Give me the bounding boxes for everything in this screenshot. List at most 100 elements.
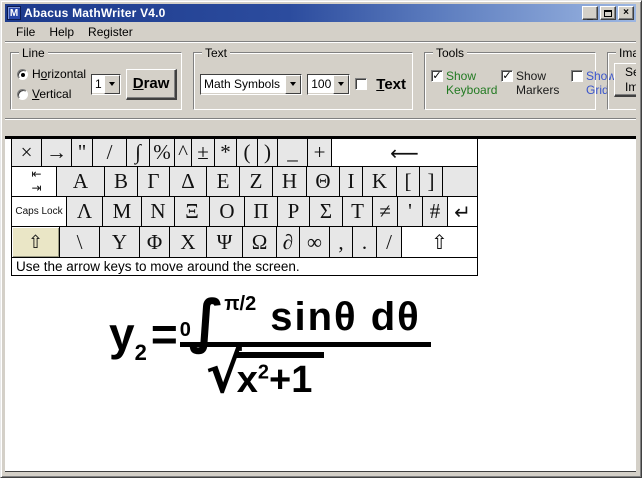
keyboard-key[interactable]: ∞ bbox=[300, 227, 330, 257]
minimize-button[interactable]: _ bbox=[582, 6, 598, 20]
font-size-select[interactable]: 100 bbox=[307, 74, 350, 95]
keyboard-key[interactable]: ) bbox=[258, 139, 278, 166]
enter-key[interactable]: ↵ bbox=[448, 197, 477, 226]
radio-vertical-label: Vertical bbox=[32, 87, 71, 101]
keyboard-key[interactable]: + bbox=[308, 139, 332, 166]
blank-key[interactable] bbox=[443, 167, 477, 196]
keyboard-key[interactable]: % bbox=[150, 139, 175, 166]
checkbox-checked[interactable]: ✓ bbox=[431, 70, 443, 82]
menu-help[interactable]: Help bbox=[42, 23, 81, 41]
keyboard-key[interactable]: A bbox=[57, 167, 105, 196]
equation-fraction: 0 ∫ π/2 sinθ dθ √ x2+1 bbox=[180, 297, 431, 399]
line-width-dropdown-button[interactable] bbox=[104, 75, 120, 94]
keyboard-key[interactable]: O bbox=[210, 197, 245, 226]
menu-file[interactable]: File bbox=[9, 23, 42, 41]
keyboard-key[interactable]: I bbox=[340, 167, 363, 196]
keyboard-key[interactable]: Φ bbox=[140, 227, 170, 257]
keyboard-key[interactable]: Θ bbox=[307, 167, 340, 196]
radio-vertical-circle bbox=[17, 89, 28, 100]
keyboard-key[interactable]: Y bbox=[100, 227, 140, 257]
keyboard-key[interactable]: Ξ bbox=[175, 197, 210, 226]
text-mode-label: Text bbox=[376, 76, 406, 93]
keyboard-key[interactable]: N bbox=[142, 197, 175, 226]
menu-register[interactable]: Register bbox=[81, 23, 140, 41]
draw-button[interactable]: Draw bbox=[126, 69, 178, 100]
font-select[interactable]: Math Symbols bbox=[200, 74, 302, 95]
line-group-legend: Line bbox=[19, 46, 48, 60]
line-width-select[interactable]: 1 bbox=[91, 74, 121, 95]
window-title: Abacus MathWriter V4.0 bbox=[24, 6, 580, 20]
keyboard-key[interactable]: E bbox=[207, 167, 240, 196]
keyboard-key[interactable]: M bbox=[103, 197, 142, 226]
tool-checkbox-show-keyboard[interactable]: ✓Show Keyboard bbox=[431, 70, 498, 98]
radio-vertical[interactable]: Vertical bbox=[17, 87, 86, 101]
select-image-button[interactable]: Se Ima bbox=[614, 63, 636, 97]
toolbar-canvas-gap bbox=[5, 119, 636, 136]
keyboard-key[interactable]: / bbox=[377, 227, 402, 257]
keyboard-key[interactable]: T bbox=[343, 197, 373, 226]
tool-checkbox-show-markers[interactable]: ✓Show Markers bbox=[501, 70, 568, 98]
radio-horizontal[interactable]: Horizontal bbox=[17, 67, 86, 81]
keyboard-key[interactable]: ( bbox=[237, 139, 258, 166]
font-size-dropdown-button[interactable] bbox=[333, 75, 349, 94]
minimize-icon: _ bbox=[587, 11, 593, 21]
keyboard-key[interactable]: . bbox=[353, 227, 377, 257]
select-image-button-line1: Se bbox=[625, 65, 636, 79]
text-group: Text Math Symbols 100 Text bbox=[193, 52, 413, 110]
maximize-button[interactable] bbox=[600, 6, 616, 20]
keyboard-key[interactable]: # bbox=[423, 197, 448, 226]
checkbox-checked[interactable]: ✓ bbox=[501, 70, 513, 82]
caps-lock-key[interactable]: Caps Lock bbox=[12, 197, 67, 226]
line-width-value: 1 bbox=[92, 75, 104, 94]
keyboard-key[interactable]: Z bbox=[240, 167, 273, 196]
keyboard-key[interactable]: Λ bbox=[67, 197, 103, 226]
equation[interactable]: y2 = 0 ∫ π/2 sinθ dθ √ x2+1 bbox=[109, 297, 431, 399]
keyboard-key[interactable]: Σ bbox=[310, 197, 343, 226]
document-canvas[interactable]: ×→"/∫%^±*()_+⟵⇤ ⇥ABΓΔEZHΘIK[]Caps LockΛM… bbox=[5, 136, 636, 472]
select-image-button-line2: Ima bbox=[625, 80, 636, 94]
backspace-key[interactable]: ⟵ bbox=[332, 139, 477, 166]
toolbar: Line Horizontal Vertical 1 Draw Text Ma bbox=[5, 41, 636, 119]
shift-key[interactable]: ⇧ bbox=[12, 227, 60, 257]
keyboard-key[interactable]: ∫ bbox=[127, 139, 150, 166]
keyboard-key[interactable]: _ bbox=[278, 139, 308, 166]
radio-horizontal-label: Horizontal bbox=[32, 67, 86, 81]
keyboard-key[interactable]: Ψ bbox=[207, 227, 243, 257]
keyboard-key[interactable]: [ bbox=[397, 167, 420, 196]
radicand-exponent: 2 bbox=[258, 361, 269, 383]
keyboard-key[interactable]: ± bbox=[192, 139, 215, 166]
keyboard-key[interactable]: \ bbox=[60, 227, 100, 257]
keyboard-key[interactable]: Ω bbox=[243, 227, 277, 257]
keyboard-key[interactable]: , bbox=[330, 227, 353, 257]
font-size-value: 100 bbox=[308, 75, 333, 94]
keyboard-key[interactable]: K bbox=[363, 167, 397, 196]
keyboard-key[interactable]: ] bbox=[420, 167, 443, 196]
title-bar[interactable]: M Abacus MathWriter V4.0 _ × bbox=[5, 4, 636, 22]
keyboard-key[interactable]: Π bbox=[245, 197, 278, 226]
keyboard-key[interactable]: B bbox=[105, 167, 138, 196]
keyboard-key[interactable]: ^ bbox=[175, 139, 192, 166]
keyboard-key[interactable]: " bbox=[72, 139, 93, 166]
keyboard-key[interactable]: * bbox=[215, 139, 237, 166]
keyboard-key[interactable]: ' bbox=[398, 197, 423, 226]
line-group: Line Horizontal Vertical 1 Draw bbox=[10, 52, 182, 110]
font-select-dropdown-button[interactable] bbox=[285, 75, 301, 94]
keyboard-key[interactable]: X bbox=[170, 227, 207, 257]
keyboard-key[interactable]: H bbox=[273, 167, 307, 196]
keyboard-key[interactable]: / bbox=[93, 139, 127, 166]
keyboard-key[interactable]: P bbox=[278, 197, 310, 226]
tools-group: Tools ✓Show Keyboard✓Show MarkersShow Gr… bbox=[424, 52, 596, 110]
text-mode-checkbox[interactable] bbox=[355, 78, 367, 90]
shift-right-key[interactable]: ⇧ bbox=[402, 227, 477, 257]
chevron-down-icon bbox=[338, 82, 344, 86]
keyboard-key[interactable]: Γ bbox=[138, 167, 170, 196]
keyboard-key[interactable]: Δ bbox=[170, 167, 207, 196]
keyboard-key[interactable]: ∂ bbox=[277, 227, 300, 257]
keyboard-key[interactable]: ≠ bbox=[373, 197, 398, 226]
close-button[interactable]: × bbox=[618, 6, 634, 20]
keyboard-key[interactable]: × bbox=[12, 139, 42, 166]
keyboard-key[interactable]: → bbox=[42, 139, 72, 166]
checkbox-unchecked[interactable] bbox=[571, 70, 583, 82]
keyboard-row: Caps LockΛMNΞOΠPΣT≠'#↵ bbox=[12, 197, 477, 227]
tab-key[interactable]: ⇤ ⇥ bbox=[12, 167, 57, 196]
